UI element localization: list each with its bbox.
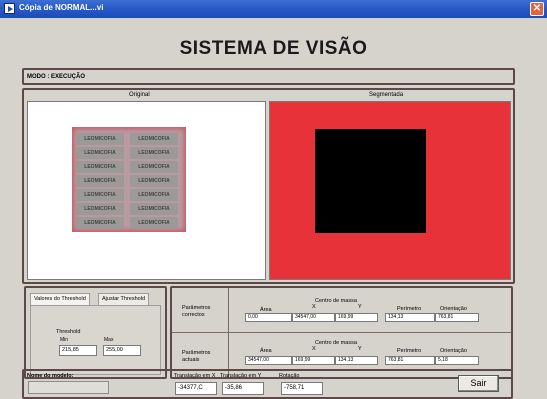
segmented-object (315, 129, 426, 233)
parameters-panel: Parâmetros correctos Área Centro de mass… (170, 286, 513, 379)
tab-adjust-threshold[interactable]: Ajustar Threshold (98, 293, 150, 305)
header-x: X (312, 304, 316, 310)
header-centro: Centro de massa (315, 298, 357, 304)
title-bar: Cópia de NORMAL...vi ✕ (0, 0, 547, 18)
mode-indicator: MODO : EXECUÇÃO (22, 68, 515, 85)
header-x-2: X (312, 346, 316, 352)
trans-x-value: -34377,C (175, 382, 217, 395)
images-panel: Original Segmentada LEOMICOFIA LEOMICOFI… (22, 88, 515, 284)
header-centro-2: Centro de massa (315, 340, 357, 346)
correct-params-label: Parâmetros correctos (182, 305, 211, 318)
actual-area-value: 34547,00 (245, 356, 292, 365)
close-icon[interactable]: ✕ (530, 2, 544, 16)
threshold-tab-panel: Threshold Min Max 215,85 255,00 (30, 305, 161, 375)
actual-y-value: 134,13 (335, 356, 378, 365)
correct-x-value: 34547,00 (292, 313, 335, 322)
page-title: SISTEMA DE VISÃO (179, 38, 368, 59)
header-area-2: Área (260, 348, 272, 354)
tab-threshold-values[interactable]: Valores do Threshold (30, 293, 90, 305)
rotation-label: Rotação (279, 373, 300, 379)
segmented-image (269, 101, 511, 280)
threshold-panel: Valores do Threshold Ajustar Threshold T… (24, 286, 167, 379)
original-label: Original (129, 92, 150, 98)
trans-x-label: Translação em X (174, 373, 216, 379)
model-name-field[interactable] (28, 381, 109, 394)
bottom-panel: Nome do modelo: Translação em X Translaç… (22, 369, 513, 399)
product-label-image: LEOMICOFIA LEOMICOFIA LEOMICOFIA LEOMICO… (72, 127, 186, 232)
actual-x-value: 169,99 (292, 356, 335, 365)
trans-y-value: -35,86 (222, 382, 264, 395)
header-y: Y (358, 304, 362, 310)
correct-orientation-value: 763,81 (435, 313, 479, 322)
actual-perimeter-value: 763,81 (385, 356, 435, 365)
correct-perimeter-value: 134,13 (385, 313, 435, 322)
min-threshold-field[interactable]: 215,85 (59, 345, 97, 356)
header-perimetro-2: Perímetro (397, 348, 422, 354)
original-image: LEOMICOFIA LEOMICOFIA LEOMICOFIA LEOMICO… (27, 101, 266, 280)
min-label: Min (60, 337, 69, 343)
max-label: Max (104, 337, 114, 343)
max-threshold-field[interactable]: 255,00 (103, 345, 141, 356)
window-title: Cópia de NORMAL...vi (19, 3, 104, 12)
threshold-label: Threshold (56, 329, 81, 335)
mode-text: MODO : EXECUÇÃO (27, 74, 86, 80)
trans-y-label: Translação em Y (220, 373, 262, 379)
header-perimetro: Perímetro (397, 306, 422, 312)
header-y-2: Y (358, 346, 362, 352)
exit-button[interactable]: Sair (458, 375, 499, 392)
vi-front-panel: SISTEMA DE VISÃO MODO : EXECUÇÃO Origina… (0, 18, 547, 399)
model-name-label: Nome do modelo: (27, 373, 74, 379)
correct-y-value: 169,99 (335, 313, 378, 322)
actual-params-label: Parâmetros actuais (182, 350, 211, 363)
actual-orientation-value: 5,18 (435, 356, 479, 365)
labview-run-icon (4, 3, 15, 14)
correct-area-value: 0,00 (245, 313, 292, 322)
header-orientacao-2: Orientação (440, 348, 467, 354)
rotation-value: -758,71 (281, 382, 323, 395)
header-orientacao: Orientação (440, 306, 467, 312)
segmented-label: Segmentada (369, 92, 404, 98)
